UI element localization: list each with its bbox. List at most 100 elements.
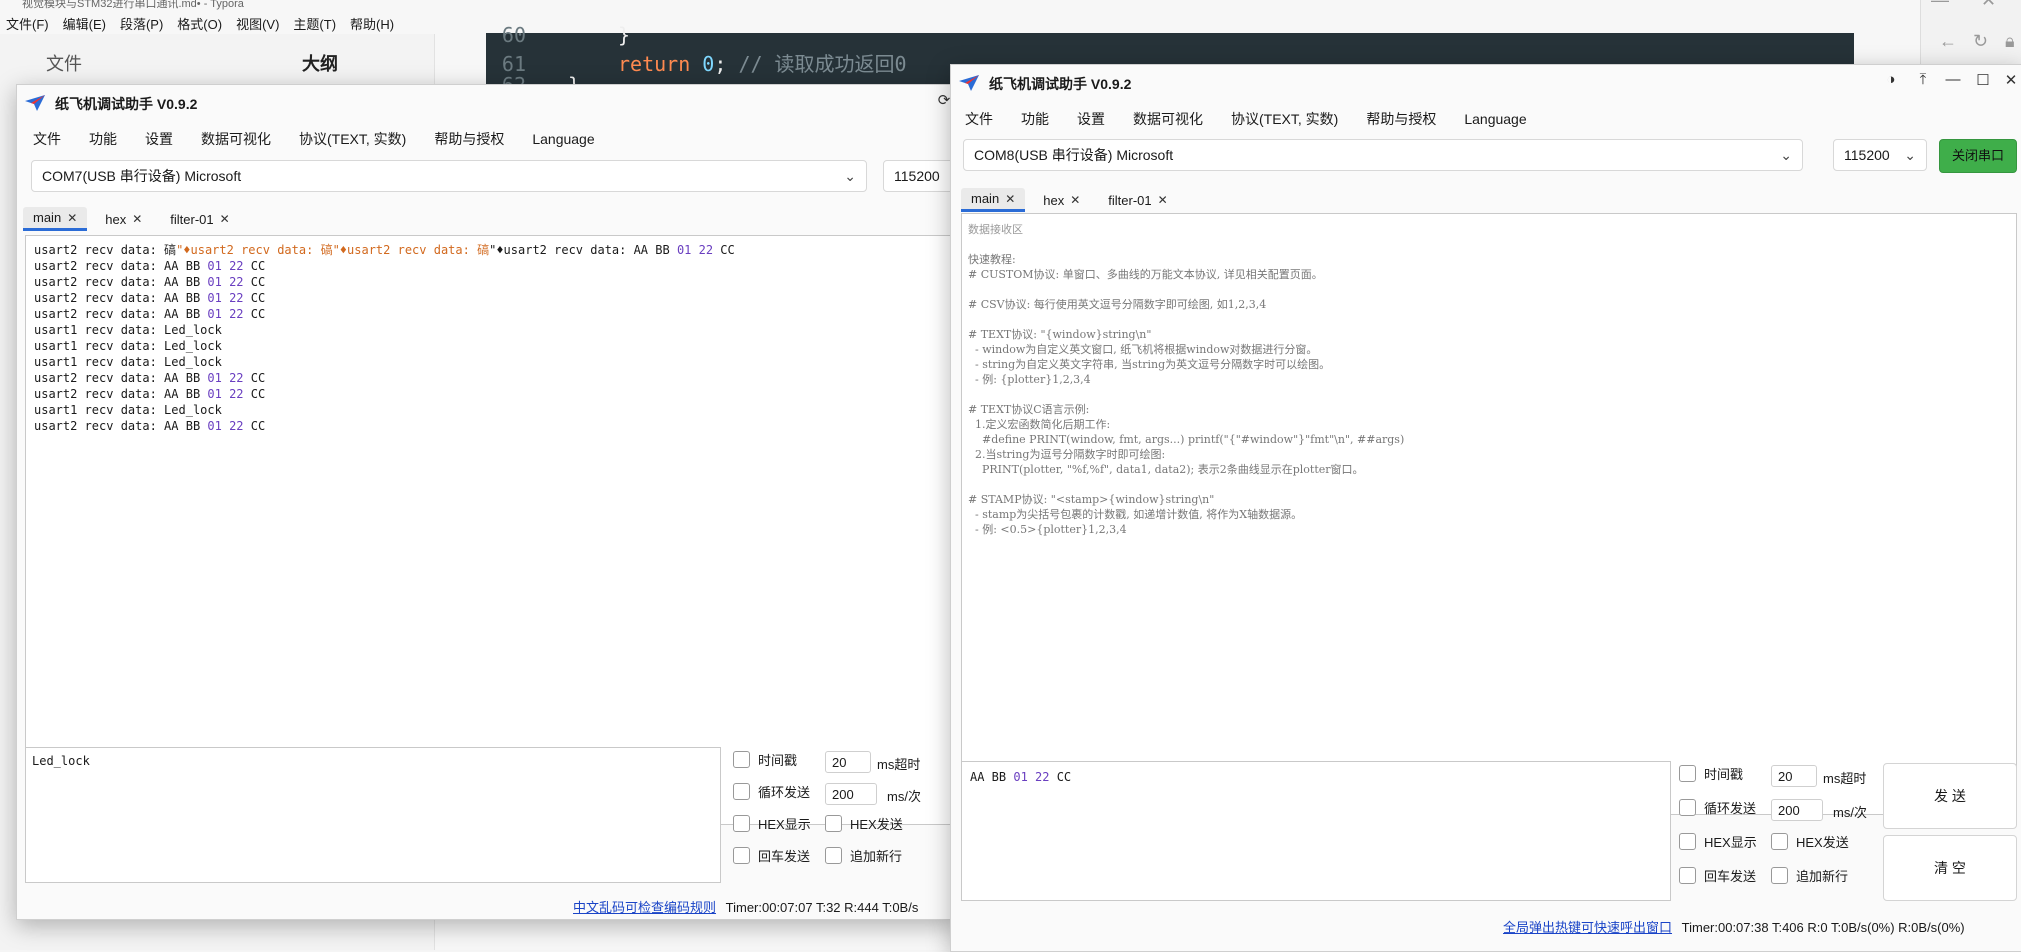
timestamp-checkbox[interactable] — [733, 751, 750, 768]
typora-menubar: 文件(F) 编辑(E) 段落(P) 格式(O) 视图(V) 主题(T) 帮助(H… — [0, 12, 394, 34]
menu-visualization[interactable]: 数据可视化 — [1119, 109, 1217, 129]
theme-icon[interactable]: ◑ — [1880, 71, 1902, 88]
recv-tabs: main ✕ hex ✕ filter-01 ✕ — [961, 188, 1186, 212]
back-icon[interactable]: ← — [1939, 31, 1957, 52]
loop-send-option[interactable]: 循环发送 — [733, 782, 810, 801]
tab-main[interactable]: main ✕ — [23, 207, 88, 231]
pin-icon[interactable]: ⤒ — [1912, 71, 1934, 88]
hex-send-option[interactable]: HEX发送 — [825, 814, 903, 833]
menu-visualization[interactable]: 数据可视化 — [187, 129, 285, 149]
menu-help[interactable]: 帮助与授权 — [420, 129, 518, 149]
hex-display-checkbox[interactable] — [1679, 833, 1696, 850]
refresh-icon[interactable]: ↻ — [1973, 31, 1988, 52]
tab-hex[interactable]: hex ✕ — [1033, 188, 1090, 212]
typora-menu-view[interactable]: 视图(V) — [236, 14, 279, 33]
typora-menu-file[interactable]: 文件(F) — [6, 14, 49, 33]
recv-line: usart1 recv data: Led_lock — [34, 323, 222, 337]
cr-send-checkbox[interactable] — [1679, 867, 1696, 884]
hotkey-help-link[interactable]: 全局弹出热键可快速呼出窗口 — [1503, 920, 1672, 935]
menu-protocol[interactable]: 协议(TEXT, 实数) — [1217, 109, 1352, 129]
menu-protocol[interactable]: 协议(TEXT, 实数) — [285, 129, 420, 149]
typora-menu-format[interactable]: 格式(O) — [177, 14, 222, 33]
hex-display-option[interactable]: HEX显示 — [1679, 832, 1757, 851]
status-text: Timer:00:07:38 T:406 R:0 T:0B/s(0%) R:0B… — [1681, 920, 1965, 935]
append-newline-checkbox[interactable] — [825, 847, 842, 864]
append-newline-option[interactable]: 追加新行 — [1771, 866, 1848, 885]
typora-menu-help[interactable]: 帮助(H) — [350, 14, 394, 33]
menu-bar: 文件 功能 设置 数据可视化 协议(TEXT, 实数) 帮助与授权 Langua… — [19, 125, 609, 153]
typora-sidebar-tabs: 文件 大纲 — [0, 44, 434, 88]
close-icon[interactable]: ✕ — [1158, 193, 1168, 207]
menu-help[interactable]: 帮助与授权 — [1352, 109, 1450, 129]
receive-area[interactable]: usart2 recv data: 碻"♦usart2 recv data: 碻… — [25, 235, 957, 825]
cr-send-option[interactable]: 回车发送 — [1679, 866, 1756, 885]
menu-language[interactable]: Language — [518, 131, 608, 147]
port-value: COM8(USB 串行设备) Microsoft — [974, 147, 1174, 163]
send-input[interactable]: AA BB 01 22 CC — [961, 761, 1671, 901]
close-icon[interactable]: ✕ — [2000, 71, 2021, 89]
menu-file[interactable]: 文件 — [19, 129, 75, 149]
timeout-input[interactable]: 20 — [825, 751, 871, 773]
timestamp-option[interactable]: 时间戳 — [733, 750, 797, 769]
loop-interval-input[interactable]: 200 — [825, 783, 877, 805]
tab-hex[interactable]: hex ✕ — [95, 207, 152, 231]
baud-select[interactable]: 115200 — [883, 160, 957, 192]
maximize-icon[interactable]: ☐ — [1972, 71, 1994, 89]
tab-main[interactable]: main ✕ — [961, 188, 1026, 212]
close-icon[interactable]: ✕ — [67, 211, 77, 225]
status-text: Timer:00:07:07 T:32 R:444 T:0B/s — [725, 900, 919, 915]
hex-display-option[interactable]: HEX显示 — [733, 814, 811, 833]
port-select[interactable]: COM8(USB 串行设备) Microsoft ⌄ — [963, 139, 1803, 171]
timestamp-checkbox[interactable] — [1679, 765, 1696, 782]
menu-function[interactable]: 功能 — [1007, 109, 1063, 129]
close-icon[interactable]: ✕ — [1981, 0, 1996, 11]
encoding-help-link[interactable]: 中文乱码可检查编码规则 — [573, 900, 716, 915]
close-icon[interactable]: ✕ — [1005, 192, 1015, 206]
minimize-icon[interactable]: — — [1942, 71, 1964, 88]
close-icon[interactable]: ✕ — [1070, 193, 1080, 207]
send-input[interactable]: Led_lock — [25, 747, 721, 883]
clear-button[interactable]: 清 空 — [1883, 835, 2017, 901]
close-icon[interactable]: ✕ — [132, 212, 142, 226]
loop-interval-input[interactable]: 200 — [1771, 799, 1823, 821]
hex-send-checkbox[interactable] — [1771, 833, 1788, 850]
recv-line: usart2 recv data: AA BB 01 22 CC — [34, 291, 266, 305]
menu-function[interactable]: 功能 — [75, 129, 131, 149]
menu-language[interactable]: Language — [1450, 111, 1540, 127]
chevron-down-icon: ⌄ — [1780, 147, 1792, 163]
typora-menu-edit[interactable]: 编辑(E) — [63, 14, 106, 33]
close-icon[interactable]: ✕ — [220, 212, 230, 226]
tab-files[interactable]: 文件 — [0, 44, 128, 88]
tab-filter-01[interactable]: filter-01 ✕ — [1098, 188, 1177, 212]
append-newline-checkbox[interactable] — [1771, 867, 1788, 884]
loop-send-checkbox[interactable] — [733, 783, 750, 800]
lock-icon[interactable]: 🔒︎ — [2005, 31, 2015, 52]
send-button[interactable]: 发 送 — [1883, 763, 2017, 829]
typora-menu-theme[interactable]: 主题(T) — [293, 14, 336, 33]
hex-send-checkbox[interactable] — [825, 815, 842, 832]
title-bar: 纸飞机调试助手 V0.9.2 ◑ ⤒ — ☐ ✕ — [951, 65, 2021, 101]
tab-label: hex — [105, 211, 127, 227]
close-port-button[interactable]: 关闭串口 — [1939, 139, 2017, 173]
tab-filter-01[interactable]: filter-01 ✕ — [160, 207, 239, 231]
menu-file[interactable]: 文件 — [951, 109, 1007, 129]
cr-send-checkbox[interactable] — [733, 847, 750, 864]
menu-settings[interactable]: 设置 — [1063, 109, 1119, 129]
timeout-input[interactable]: 20 — [1771, 765, 1817, 787]
loop-send-checkbox[interactable] — [1679, 799, 1696, 816]
tab-outline[interactable]: 大纲 — [256, 44, 384, 88]
help-line: - 例: <0.5>{plotter}1,2,3,4 — [968, 523, 1127, 536]
hex-send-option[interactable]: HEX发送 — [1771, 832, 1849, 851]
menu-settings[interactable]: 设置 — [131, 129, 187, 149]
loop-send-option[interactable]: 循环发送 — [1679, 798, 1756, 817]
recv-tabs: main ✕ hex ✕ filter-01 ✕ — [23, 207, 248, 231]
minimize-icon[interactable]: — — [1931, 0, 1949, 11]
typora-menu-paragraph[interactable]: 段落(P) — [120, 14, 163, 33]
append-newline-option[interactable]: 追加新行 — [825, 846, 902, 865]
timestamp-option[interactable]: 时间戳 — [1679, 764, 1743, 783]
cr-send-option[interactable]: 回车发送 — [733, 846, 810, 865]
port-select[interactable]: COM7(USB 串行设备) Microsoft ⌄ — [31, 160, 867, 192]
receive-area[interactable]: 数据接收区 快速教程: # CUSTOM协议: 单窗口、多曲线的万能文本协议, … — [961, 213, 2017, 815]
baud-select[interactable]: 115200 ⌄ — [1833, 139, 1927, 171]
hex-display-checkbox[interactable] — [733, 815, 750, 832]
